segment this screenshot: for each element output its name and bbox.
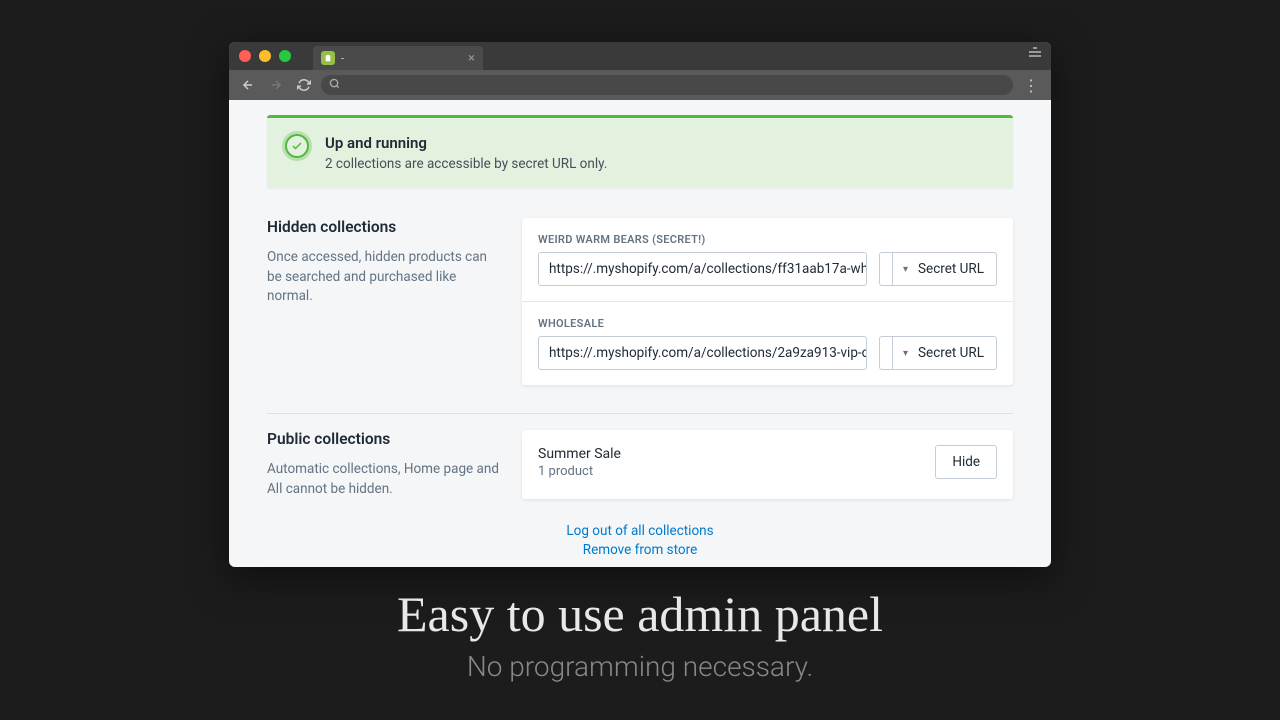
search-icon bbox=[329, 78, 340, 92]
tab-title: - bbox=[341, 52, 468, 65]
url-prefix: https:// bbox=[549, 261, 593, 277]
page-content: Up and running 2 collections are accessi… bbox=[229, 100, 1051, 567]
maximize-window-icon[interactable] bbox=[279, 50, 291, 62]
marketing-subheadline: No programming necessary. bbox=[0, 650, 1280, 683]
collection-meta: 1 product bbox=[538, 464, 621, 479]
footer-links: Log out of all collections Remove from s… bbox=[267, 523, 1013, 558]
secret-url-input[interactable]: https:// .myshopify.com/a/collections/ff… bbox=[538, 252, 867, 286]
secret-url-input[interactable]: https:// .myshopify.com/a/collections/2a… bbox=[538, 336, 867, 370]
browser-menu-button[interactable]: ⋮ bbox=[1019, 76, 1043, 95]
titlebar: - × bbox=[229, 42, 1051, 70]
hidden-collections-card: WEIRD WARM BEARS (SECRET!) https:// .mys… bbox=[522, 218, 1013, 385]
logout-link[interactable]: Log out of all collections bbox=[267, 523, 1013, 539]
remove-link[interactable]: Remove from store bbox=[267, 542, 1013, 558]
forward-button[interactable] bbox=[265, 74, 287, 96]
public-collections-card: Summer Sale 1 product Hide bbox=[522, 430, 1013, 499]
dropdown-label: Secret URL bbox=[918, 261, 984, 277]
hidden-collections-section: Hidden collections Once accessed, hidden… bbox=[267, 218, 1013, 385]
section-description: Once accessed, hidden products can be se… bbox=[267, 248, 502, 307]
browser-tab[interactable]: - × bbox=[313, 46, 483, 70]
public-collection-item: Summer Sale 1 product Hide bbox=[522, 430, 1013, 494]
status-banner: Up and running 2 collections are accessi… bbox=[267, 115, 1013, 188]
back-button[interactable] bbox=[237, 74, 259, 96]
collection-item: WHOLESALE https:// .myshopify.com/a/coll… bbox=[522, 302, 1013, 385]
window-menu-icon[interactable] bbox=[1029, 47, 1041, 57]
chevron-down-icon: ▾ bbox=[892, 253, 910, 285]
chevron-down-icon: ▾ bbox=[892, 337, 910, 369]
banner-title: Up and running bbox=[325, 134, 607, 152]
section-title: Hidden collections bbox=[267, 218, 502, 236]
collection-name: Summer Sale bbox=[538, 446, 621, 462]
section-title: Public collections bbox=[267, 430, 502, 448]
secret-url-dropdown[interactable]: ▾ Secret URL bbox=[879, 252, 997, 286]
collection-label: WHOLESALE bbox=[538, 317, 997, 330]
banner-description: 2 collections are accessible by secret U… bbox=[325, 156, 607, 172]
secret-url-dropdown[interactable]: ▾ Secret URL bbox=[879, 336, 997, 370]
browser-toolbar: ⋮ bbox=[229, 70, 1051, 100]
hide-button[interactable]: Hide bbox=[935, 445, 997, 479]
shopify-favicon-icon bbox=[321, 51, 335, 65]
url-prefix: https:// bbox=[549, 345, 593, 361]
tab-close-icon[interactable]: × bbox=[468, 51, 475, 66]
collection-label: WEIRD WARM BEARS (SECRET!) bbox=[538, 233, 997, 246]
public-collections-section: Public collections Automatic collections… bbox=[267, 413, 1013, 499]
dropdown-label: Secret URL bbox=[918, 345, 984, 361]
reload-button[interactable] bbox=[293, 74, 315, 96]
url-path: .myshopify.com/a/collections/2a9za913-vi… bbox=[593, 345, 867, 361]
address-bar[interactable] bbox=[321, 75, 1013, 95]
collection-item: WEIRD WARM BEARS (SECRET!) https:// .mys… bbox=[522, 218, 1013, 302]
close-window-icon[interactable] bbox=[239, 50, 251, 62]
section-description: Automatic collections, Home page and All… bbox=[267, 460, 502, 499]
traffic-lights bbox=[239, 50, 291, 62]
url-path: .myshopify.com/a/collections/ff31aab17a-… bbox=[593, 261, 867, 277]
check-circle-icon bbox=[285, 134, 309, 158]
browser-window: - × ⋮ Up and running bbox=[229, 42, 1051, 567]
minimize-window-icon[interactable] bbox=[259, 50, 271, 62]
marketing-headline: Easy to use admin panel bbox=[0, 585, 1280, 643]
